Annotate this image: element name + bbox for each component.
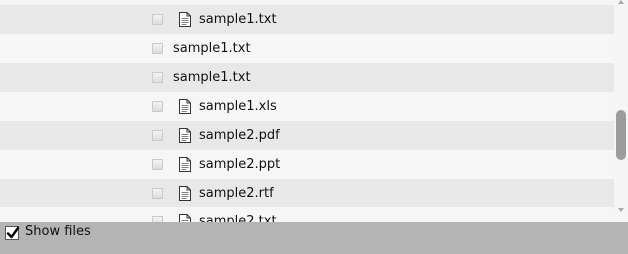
document-icon <box>179 128 191 143</box>
tree-row[interactable]: sample1.txt <box>0 5 614 34</box>
document-icon <box>179 186 191 201</box>
scroll-up-arrow-icon[interactable] <box>618 0 624 4</box>
document-icon <box>179 214 191 222</box>
file-name-label: sample1.txt <box>173 70 251 85</box>
tree-row[interactable]: sample1.txt <box>0 63 614 92</box>
file-name-label: sample1.xls <box>199 99 277 114</box>
row-checkbox[interactable] <box>152 14 163 25</box>
file-name-label: sample1.txt <box>199 12 277 27</box>
tree-row[interactable]: sample2.pdf <box>0 121 614 150</box>
file-tree: sample1.txt sample1.txt sample1.txt samp… <box>0 0 614 222</box>
tree-row[interactable]: sample1.txt <box>0 34 614 63</box>
show-files-checkbox[interactable] <box>5 226 20 240</box>
file-name-label: sample2.pdf <box>199 128 280 143</box>
scroll-down-arrow-icon[interactable] <box>618 208 624 212</box>
tree-row[interactable]: sample2.rtf <box>0 179 614 208</box>
tree-footer: Show files <box>0 222 628 254</box>
show-files-label[interactable]: Show files <box>25 224 91 239</box>
vertical-scrollbar[interactable] <box>614 0 628 222</box>
row-checkbox[interactable] <box>152 188 163 199</box>
row-checkbox[interactable] <box>152 130 163 141</box>
file-name-label: sample2.rtf <box>199 186 274 201</box>
row-checkbox[interactable] <box>152 72 163 83</box>
file-name-label: sample2.txt <box>199 214 277 222</box>
tree-row[interactable]: sample2.txt <box>0 207 614 222</box>
row-checkbox[interactable] <box>152 159 163 170</box>
checkmark-icon <box>6 226 20 239</box>
scroll-thumb[interactable] <box>616 110 626 160</box>
file-name-label: sample1.txt <box>173 41 251 56</box>
tree-row[interactable]: sample2.ppt <box>0 150 614 179</box>
row-checkbox[interactable] <box>152 101 163 112</box>
document-icon <box>179 12 191 27</box>
row-checkbox[interactable] <box>152 43 163 54</box>
tree-row[interactable]: sample1.xls <box>0 92 614 121</box>
file-name-label: sample2.ppt <box>199 157 281 172</box>
document-icon <box>179 99 191 114</box>
document-icon <box>179 157 191 172</box>
